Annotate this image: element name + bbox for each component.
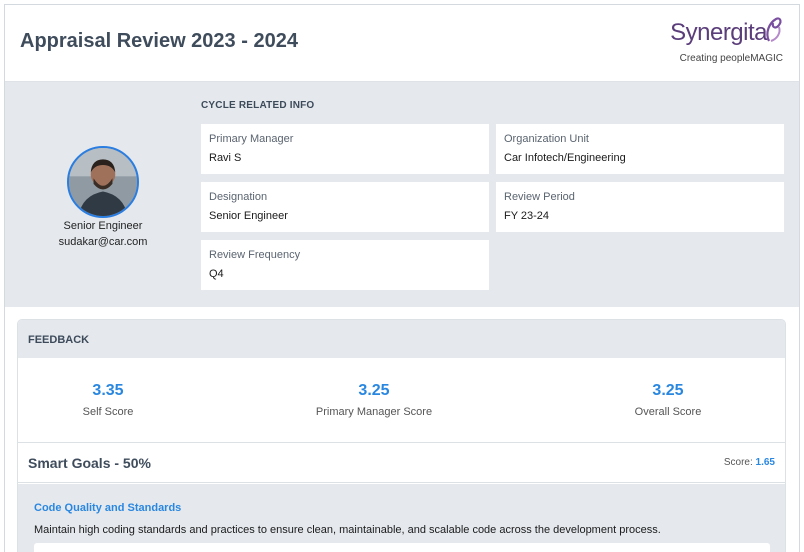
- employee-role: Senior Engineer: [63, 220, 143, 232]
- score-value: 3.25: [358, 382, 390, 399]
- score-summary: 3.35 Self Score 3.25 Primary Manager Sco…: [18, 358, 785, 443]
- employee-info-panel: Senior Engineer sudakar@car.com CYCLE RE…: [5, 82, 799, 307]
- goal-description: Maintain high coding standards and pract…: [34, 524, 661, 536]
- logo-swirl-icon: [766, 17, 782, 42]
- overall-score: 3.25 Overall Score: [568, 382, 768, 418]
- avatar-photo-icon: [69, 148, 137, 216]
- page-title: Appraisal Review 2023 - 2024: [20, 30, 298, 52]
- field-label: Organization Unit: [504, 133, 589, 145]
- field-value: Car Infotech/Engineering: [504, 152, 626, 164]
- goal-name: Code Quality and Standards: [34, 502, 182, 514]
- employee-email: sudakar@car.com: [58, 236, 148, 248]
- field-primary-manager: Primary Manager Ravi S: [201, 124, 489, 174]
- primary-manager-score: 3.25 Primary Manager Score: [274, 382, 474, 418]
- synergita-logo: Synergita Creating peopleMAGIC: [653, 15, 783, 71]
- score-value: 3.35: [92, 382, 124, 399]
- score-value: 3.25: [652, 382, 684, 399]
- goal-detail-table: [34, 543, 770, 552]
- smart-goals-score: Score: 1.65: [724, 457, 775, 468]
- score-label: Primary Manager Score: [315, 406, 433, 418]
- logo-tagline: Creating peopleMAGIC: [679, 53, 783, 64]
- feedback-section-title: FEEDBACK: [18, 320, 785, 358]
- cycle-section-title: CYCLE RELATED INFO: [201, 100, 315, 111]
- field-value: Q4: [209, 268, 224, 280]
- score-label: Overall Score: [634, 406, 702, 418]
- feedback-card: FEEDBACK 3.35 Self Score 3.25 Primary Ma…: [17, 319, 786, 552]
- field-organization-unit: Organization Unit Car Infotech/Engineeri…: [496, 124, 784, 174]
- smart-goals-header: Smart Goals - 50% Score: 1.65: [18, 443, 785, 483]
- report-page: Appraisal Review 2023 - 2024 Synergita C…: [4, 4, 800, 552]
- goal-item: Code Quality and Standards Maintain high…: [18, 484, 785, 552]
- field-value: FY 23-24: [504, 210, 550, 222]
- score-label: Self Score: [82, 406, 134, 418]
- score-caption: Score:: [723, 457, 753, 468]
- report-header: Appraisal Review 2023 - 2024 Synergita C…: [5, 5, 799, 82]
- score-number: 1.65: [755, 457, 775, 468]
- field-label: Designation: [209, 191, 268, 203]
- field-label: Review Period: [504, 191, 575, 203]
- field-value: Senior Engineer: [209, 210, 288, 222]
- smart-goals-title: Smart Goals - 50%: [28, 455, 151, 471]
- field-designation: Designation Senior Engineer: [201, 182, 489, 232]
- field-review-period: Review Period FY 23-24: [496, 182, 784, 232]
- field-label: Primary Manager: [209, 133, 294, 145]
- avatar: [67, 146, 139, 218]
- logo-wordmark: Synergita: [670, 19, 767, 46]
- field-label: Review Frequency: [209, 249, 301, 261]
- self-score: 3.35 Self Score: [18, 382, 208, 418]
- field-review-frequency: Review Frequency Q4: [201, 240, 489, 290]
- field-value: Ravi S: [209, 152, 242, 164]
